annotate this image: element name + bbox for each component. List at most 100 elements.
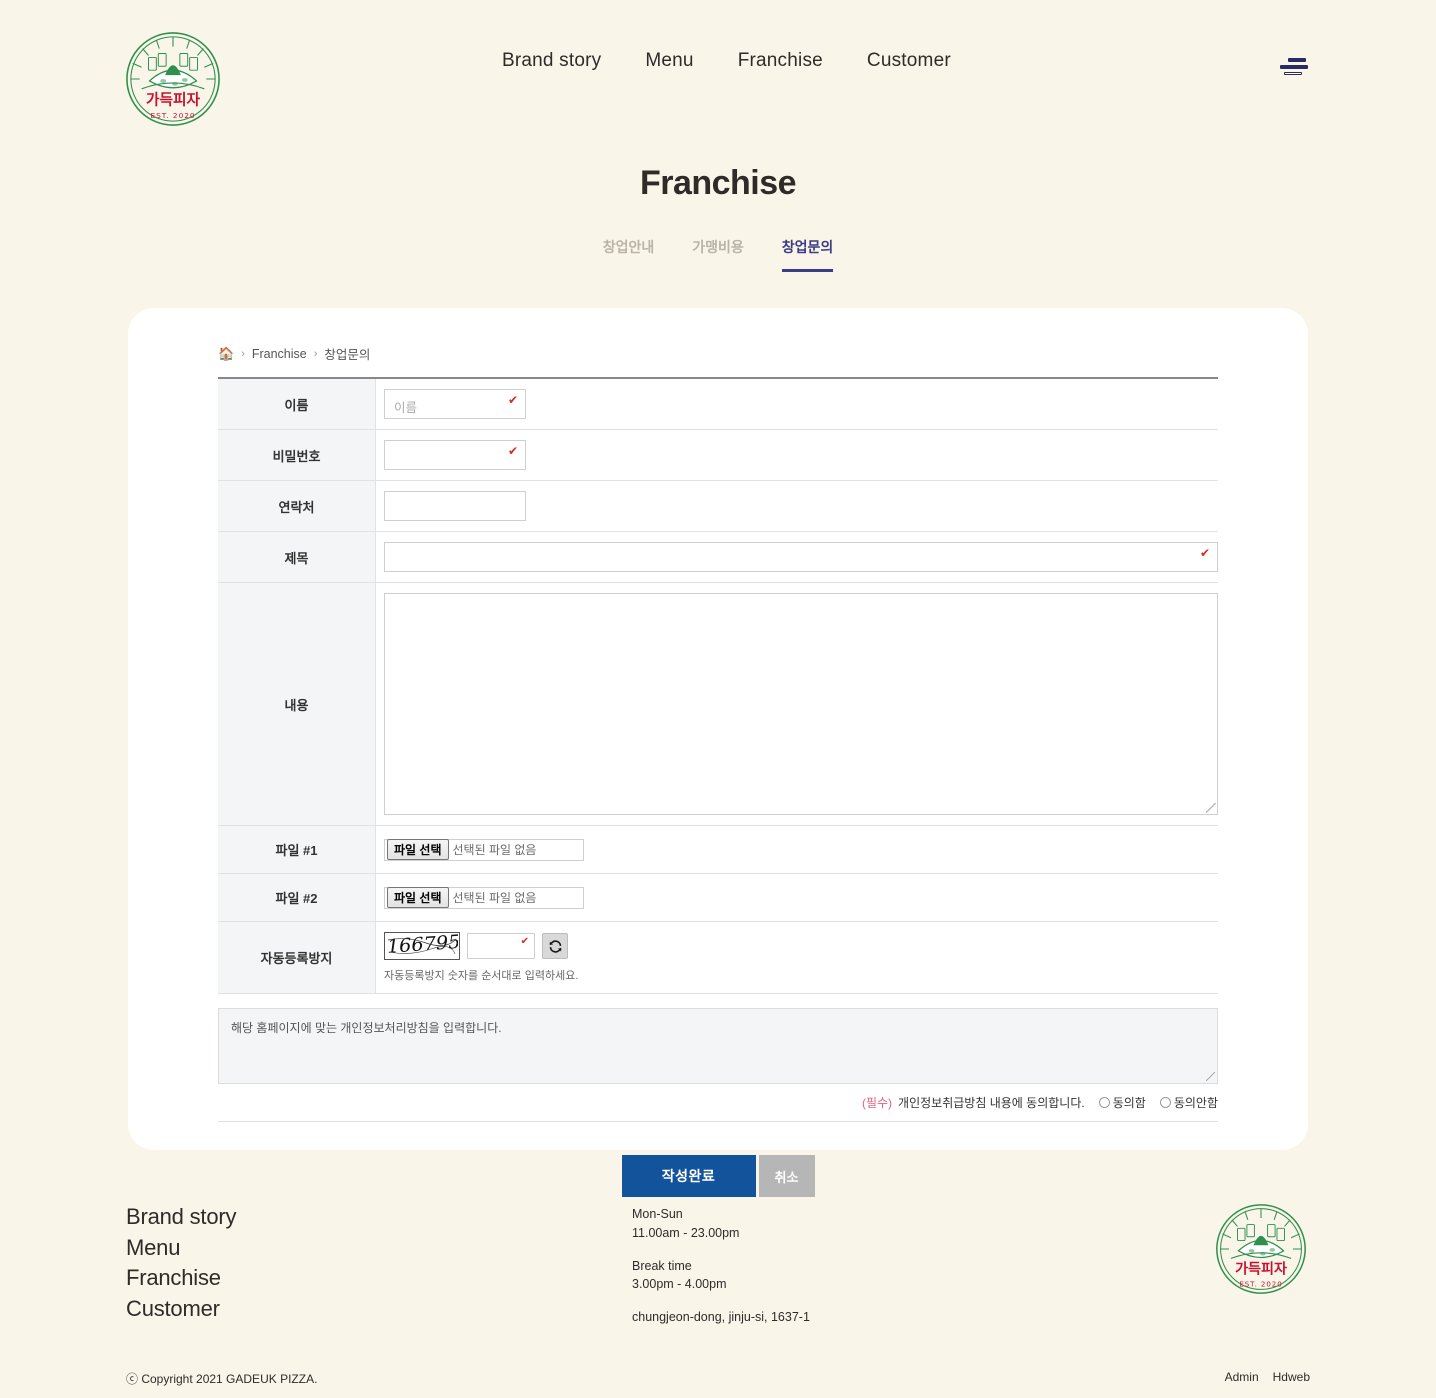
footer-nav: Brand story Menu Franchise Customer [126,1202,236,1324]
label-name: 이름 [218,378,376,430]
label-password: 비밀번호 [218,429,376,481]
refresh-icon[interactable] [542,933,568,959]
breadcrumb: 🏠 › Franchise › 창업문의 [128,308,1308,363]
inquiry-form-table: 이름 이름 ✔ 비밀번호 ✔ 연락처 제목 ✔ 내용 파일 #1 파일 선택 선… [218,377,1218,994]
tab-changeop-munui[interactable]: 창업문의 [781,237,834,272]
form-row-file2: 파일 #2 파일 선택 선택된 파일 없음 [218,873,1218,922]
footer-hours-value: 11.00am - 23.00pm [632,1225,740,1240]
nav-item-menu[interactable]: Menu [623,44,715,78]
contact-input[interactable] [384,491,526,521]
password-required-check-icon: ✔ [507,444,518,458]
copyright-text: ⓒ Copyright 2021 GADEUK PIZZA. [126,1372,318,1386]
name-required-check-icon: ✔ [507,393,518,407]
site-header: 가득피자 EST. 2020 Brand story Menu Franchis… [0,0,1436,158]
radio-disagree[interactable] [1159,1097,1171,1108]
breadcrumb-item-current: 창업문의 [324,348,371,362]
footer-logo-est-text: EST. 2020 [1239,1280,1282,1289]
captcha-controls: 166795 ✔ [384,932,1218,960]
file1-status: 선택된 파일 없음 [452,843,537,857]
footer-link-customer[interactable]: Customer [126,1294,236,1325]
file1-choose-button[interactable]: 파일 선택 [387,839,449,860]
privacy-agree-text: 개인정보취급방침 내용에 동의합니다. [898,1096,1085,1110]
footer-address: chungjeon-dong, jinju-si, 1637-1 [632,1310,810,1324]
captcha-image: 166795 [384,932,460,960]
content-card: 🏠 › Franchise › 창업문의 이름 이름 ✔ 비밀번호 ✔ 연락처 … [128,308,1308,1197]
form-row-name: 이름 이름 ✔ [218,378,1218,430]
privacy-agree-option[interactable]: 동의함 [1098,1094,1146,1111]
footer-link-hdweb[interactable]: Hdweb [1273,1370,1310,1384]
label-subject: 제목 [218,531,376,583]
hamburger-icon[interactable] [1280,58,1308,76]
hamburger-bar-2 [1280,65,1308,69]
label-captcha: 자동등록방지 [218,921,376,994]
privacy-policy-text: 해당 홈페이지에 맞는 개인정보처리방침을 입력합니다. [231,1021,502,1035]
main-nav: Brand story Menu Franchise Customer [480,44,973,78]
label-file1: 파일 #1 [218,825,376,874]
nav-item-customer[interactable]: Customer [845,44,973,78]
captcha-hint: 자동등록방지 숫자를 순서대로 입력하세요. [384,970,579,982]
privacy-disagree-option[interactable]: 동의안함 [1159,1094,1218,1111]
captcha-input[interactable]: ✔ [467,933,535,959]
subject-required-check-icon: ✔ [1199,546,1210,560]
footer-break-label: Break time [632,1258,692,1273]
tab-gamaeng-biyong[interactable]: 가맹비용 [692,237,744,272]
radio-agree-label: 동의함 [1112,1096,1146,1110]
footer-link-admin[interactable]: Admin [1225,1370,1259,1384]
subject-input[interactable]: ✔ [384,542,1218,572]
form-row-content: 내용 [218,582,1218,826]
footer-info-spacer-1 [632,1243,810,1257]
privacy-policy-textarea[interactable]: 해당 홈페이지에 맞는 개인정보처리방침을 입력합니다. [218,1008,1218,1084]
breadcrumb-separator-1: › [241,347,245,360]
nav-item-brand-story[interactable]: Brand story [480,44,623,78]
captcha-image-text: 166795 [386,934,458,958]
form-row-captcha: 자동등록방지 166795 ✔ 자동등록방지 숫자를 순서대로 입력하세요. [218,921,1218,994]
name-input[interactable]: 이름 ✔ [384,389,526,419]
file2-field[interactable]: 파일 선택 선택된 파일 없음 [384,886,584,909]
captcha-required-check-icon: ✔ [520,936,529,947]
footer-hours-label: Mon-Sun [632,1207,683,1221]
label-file2: 파일 #2 [218,873,376,922]
label-contact: 연락처 [218,480,376,532]
name-placeholder: 이름 [394,401,418,415]
site-logo[interactable]: 가득피자 EST. 2020 [124,30,222,128]
radio-disagree-label: 동의안함 [1173,1096,1218,1110]
hamburger-bar-3 [1284,72,1302,75]
submit-button[interactable]: 작성완료 [621,1155,756,1197]
footer-link-menu[interactable]: Menu [126,1233,236,1264]
privacy-resize-grip-icon[interactable] [1206,1072,1215,1081]
footer-logo-brand-text: 가득피자 [1235,1261,1287,1277]
footer-admin-links: Admin Hdweb [1225,1370,1310,1384]
file2-status: 선택된 파일 없음 [452,891,537,905]
logo-brand-text: 가득피자 [146,91,201,108]
privacy-agreement-row: (필수) 개인정보취급방침 내용에 동의합니다. 동의함 동의안함 [218,1084,1218,1122]
footer-link-brand-story[interactable]: Brand story [126,1202,236,1233]
hamburger-bar-1 [1288,58,1306,62]
nav-item-franchise[interactable]: Franchise [716,44,845,78]
breadcrumb-item-franchise[interactable]: Franchise [252,347,307,361]
footer-logo[interactable]: 가득피자 EST. 2020 [1214,1202,1308,1296]
logo-icon: 가득피자 EST. 2020 [126,32,220,126]
page-title: Franchise [639,164,797,202]
cancel-button[interactable]: 취소 [758,1155,815,1197]
radio-agree[interactable] [1098,1097,1110,1108]
form-row-password: 비밀번호 ✔ [218,429,1218,481]
form-row-contact: 연락처 [218,480,1218,532]
footer-info-spacer-2 [632,1294,810,1308]
privacy-section: 해당 홈페이지에 맞는 개인정보처리방침을 입력합니다. (필수) 개인정보취급… [218,1008,1218,1122]
password-input[interactable]: ✔ [384,440,526,470]
footer-store-info: Mon-Sun 11.00am - 23.00pm Break time 3.0… [632,1205,810,1327]
form-actions: 작성완료 취소 [128,1155,1308,1197]
logo-est-text: EST. 2020 [150,111,195,120]
breadcrumb-separator-2: › [313,347,318,360]
file1-field[interactable]: 파일 선택 선택된 파일 없음 [384,838,584,861]
tab-changeop-annae[interactable]: 창업안내 [603,237,655,272]
form-row-file1: 파일 #1 파일 선택 선택된 파일 없음 [218,825,1218,874]
footer-link-franchise[interactable]: Franchise [126,1263,236,1294]
file2-choose-button[interactable]: 파일 선택 [387,887,449,908]
home-icon[interactable]: 🏠 [218,346,234,362]
resize-grip-icon[interactable] [1206,803,1216,813]
label-content: 내용 [218,582,376,826]
footer-break-value: 3.00pm - 4.00pm [632,1277,727,1292]
content-textarea[interactable] [384,593,1218,815]
form-row-subject: 제목 ✔ [218,531,1218,583]
